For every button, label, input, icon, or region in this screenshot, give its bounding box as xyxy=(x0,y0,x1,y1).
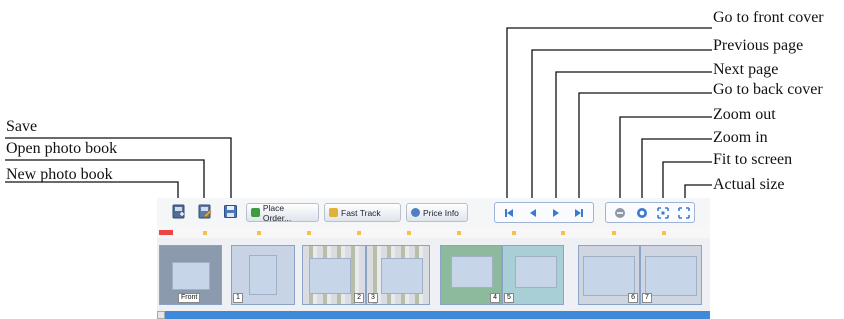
place-order-label: Place Order... xyxy=(262,202,292,223)
zoom-in-icon[interactable] xyxy=(636,207,648,219)
line-zoom-out xyxy=(619,116,712,205)
price-info-button[interactable]: Price Info xyxy=(406,203,468,222)
photo-placeholder xyxy=(451,256,493,288)
line-new xyxy=(5,181,179,205)
first-page-icon[interactable] xyxy=(503,207,515,219)
page-thumb-3[interactable]: 3 xyxy=(366,245,430,305)
place-order-button[interactable]: Place Order... xyxy=(246,202,319,223)
fast-track-label: Fast Track xyxy=(341,207,381,218)
page-label-4: 4 xyxy=(490,293,500,303)
label-fit-screen: Fit to screen xyxy=(713,151,793,168)
page-label-2: 2 xyxy=(354,293,364,303)
scroll-left-arrow[interactable] xyxy=(157,311,165,319)
line-prev xyxy=(531,49,712,205)
wand-icon xyxy=(329,208,338,217)
zoom-out-icon[interactable] xyxy=(614,207,626,219)
page-label-front: Front xyxy=(178,293,201,303)
photo-placeholder xyxy=(249,255,277,295)
label-zoom-in: Zoom in xyxy=(713,129,768,146)
info-icon xyxy=(411,208,420,217)
page-label-5: 5 xyxy=(504,293,514,303)
label-actual-size: Actual size xyxy=(713,176,785,193)
photo-placeholder xyxy=(515,256,557,288)
label-new-photo-book: New photo book xyxy=(6,166,113,183)
page-thumb-2[interactable]: 2 xyxy=(302,245,366,305)
label-previous-page: Previous page xyxy=(713,37,804,54)
photo-placeholder xyxy=(645,256,697,296)
photo-placeholder xyxy=(309,258,351,294)
prev-page-icon[interactable] xyxy=(527,207,539,219)
label-next-page: Next page xyxy=(713,61,779,78)
page-thumb-1[interactable]: 1 xyxy=(231,245,295,305)
timeline-ruler xyxy=(157,228,710,238)
page-thumb-front[interactable]: Front xyxy=(159,245,222,305)
arrow-icon xyxy=(251,208,260,217)
label-front-cover: Go to front cover xyxy=(713,9,824,26)
last-page-icon[interactable] xyxy=(573,207,585,219)
toolbar: Place Order... Fast Track Price Info xyxy=(157,198,710,228)
page-label-6: 6 xyxy=(628,293,638,303)
next-page-icon[interactable] xyxy=(550,207,562,219)
marker-icon xyxy=(159,230,173,235)
page-label-1: 1 xyxy=(233,293,243,303)
open-book-icon[interactable] xyxy=(197,204,212,219)
photo-placeholder xyxy=(172,262,210,290)
page-label-3: 3 xyxy=(368,293,378,303)
page-thumb-6[interactable]: 6 xyxy=(578,245,640,305)
horizontal-scrollbar[interactable] xyxy=(157,311,710,319)
label-open-photo-book: Open photo book xyxy=(6,140,118,157)
photo-placeholder xyxy=(583,256,635,296)
page-thumb-5[interactable]: 5 xyxy=(502,245,564,305)
label-save: Save xyxy=(6,118,38,135)
line-back xyxy=(578,92,712,205)
page-strip: Front 1 2 3 4 5 6 7 xyxy=(157,228,710,319)
fast-track-button[interactable]: Fast Track xyxy=(324,203,401,222)
page-label-7: 7 xyxy=(642,293,652,303)
new-book-icon[interactable] xyxy=(171,204,186,219)
label-zoom-out: Zoom out xyxy=(713,106,776,123)
zoom-controls xyxy=(605,202,695,223)
actual-size-icon[interactable] xyxy=(678,207,690,219)
line-zoom-in xyxy=(641,138,712,205)
page-thumb-7[interactable]: 7 xyxy=(640,245,702,305)
photo-placeholder xyxy=(381,258,423,294)
fit-screen-icon[interactable] xyxy=(657,207,669,219)
label-back-cover: Go to back cover xyxy=(713,81,823,98)
price-info-label: Price Info xyxy=(423,207,459,218)
page-thumb-4[interactable]: 4 xyxy=(440,245,502,305)
page-navigation xyxy=(494,202,594,223)
save-icon[interactable] xyxy=(223,204,238,219)
